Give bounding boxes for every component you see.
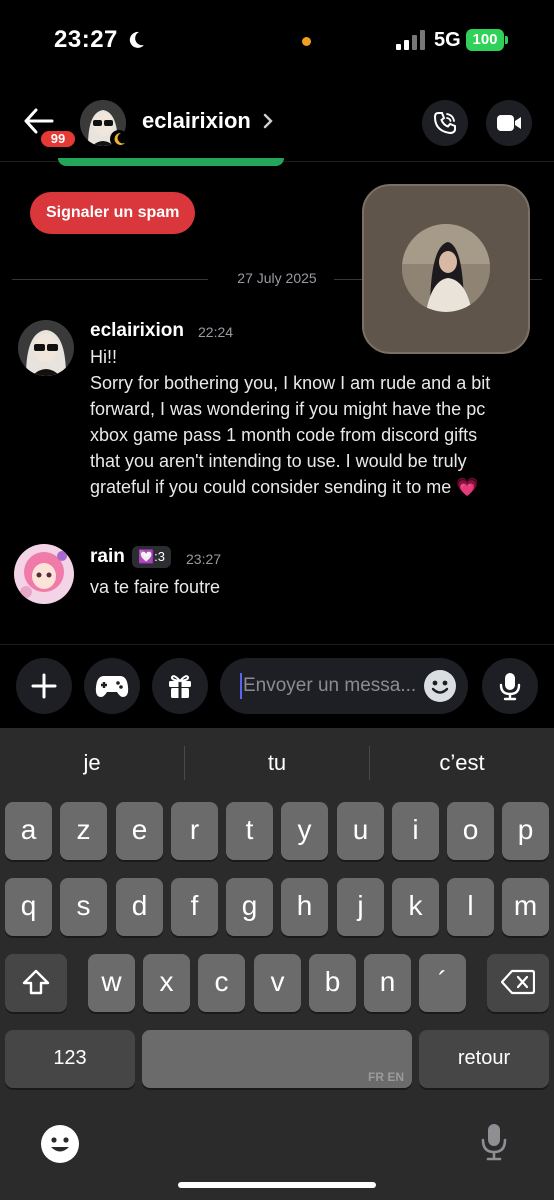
key-j[interactable]: j — [337, 878, 384, 936]
report-spam-button[interactable]: Signaler un spam — [30, 192, 196, 234]
gift-button[interactable] — [152, 658, 208, 714]
message-line: grateful if you could consider sending i… — [90, 477, 479, 497]
message-content: Hi!! Sorry for bothering you, I know I a… — [90, 344, 540, 500]
dictation-microphone-icon[interactable] — [480, 1122, 508, 1162]
key-w[interactable]: w — [88, 954, 135, 1012]
gift-icon — [169, 675, 191, 698]
status-bar: 23:27 5G 100 — [0, 0, 554, 84]
key-v[interactable]: v — [254, 954, 301, 1012]
composer-divider — [0, 644, 554, 645]
video-pip-window[interactable] — [362, 184, 530, 354]
message-author-avatar[interactable] — [14, 544, 74, 604]
key-i[interactable]: i — [392, 802, 439, 860]
suggestion-1[interactable]: je — [0, 750, 184, 776]
message-line: xbox game pass 1 month code from discord… — [90, 425, 478, 445]
message-author[interactable]: rain — [90, 546, 125, 568]
key-accent[interactable]: ´ — [419, 954, 466, 1012]
emoji-picker-button[interactable] — [424, 670, 456, 702]
embed-bottom-edge — [58, 158, 284, 166]
status-time: 23:27 — [54, 26, 118, 53]
key-x[interactable]: x — [143, 954, 190, 1012]
microphone-icon — [499, 673, 521, 701]
battery-level: 100 — [466, 29, 504, 51]
signal-icon — [396, 30, 426, 50]
key-g[interactable]: g — [226, 878, 273, 936]
key-k[interactable]: k — [392, 878, 439, 936]
key-s[interactable]: s — [60, 878, 107, 936]
video-camera-icon — [497, 115, 521, 131]
message-timestamp: 22:24 — [198, 324, 234, 340]
message-line: that you aren't intending to use. I woul… — [90, 451, 467, 471]
backspace-icon — [500, 969, 536, 995]
video-call-button[interactable] — [486, 100, 532, 146]
key-c[interactable]: c — [198, 954, 245, 1012]
voice-call-button[interactable] — [422, 100, 468, 146]
key-l[interactable]: l — [447, 878, 494, 936]
key-t[interactable]: t — [226, 802, 273, 860]
key-u[interactable]: u — [337, 802, 384, 860]
network-type: 5G — [434, 29, 461, 51]
message-content: va te faire foutre — [90, 574, 540, 600]
smiley-icon — [431, 680, 449, 694]
return-key[interactable]: retour — [419, 1030, 549, 1088]
gamepad-icon — [95, 676, 129, 697]
key-n[interactable]: n — [364, 954, 411, 1012]
message-author[interactable]: eclairixion — [90, 320, 184, 342]
key-e[interactable]: e — [116, 802, 163, 860]
key-o[interactable]: o — [447, 802, 494, 860]
voice-message-button[interactable] — [482, 658, 538, 714]
phone-icon — [433, 112, 456, 135]
add-attachment-button[interactable] — [16, 658, 72, 714]
key-a[interactable]: a — [5, 802, 52, 860]
key-y[interactable]: y — [281, 802, 328, 860]
avatar-image — [18, 320, 74, 376]
chevron-right-icon[interactable] — [262, 112, 274, 130]
keyboard: je tu c’est a z e r t y u i o p q s d f … — [0, 728, 554, 1200]
idle-status-icon — [110, 130, 128, 148]
message-timestamp: 23:27 — [186, 551, 222, 567]
key-r[interactable]: r — [171, 802, 218, 860]
chat-username[interactable]: eclairixion — [142, 108, 251, 134]
suggestion-3[interactable]: c’est — [370, 750, 554, 776]
key-f[interactable]: f — [171, 878, 218, 936]
key-q[interactable]: q — [5, 878, 52, 936]
message-author-avatar[interactable] — [18, 320, 74, 376]
avatar-image — [402, 224, 490, 312]
privacy-indicator-dot — [302, 37, 311, 46]
text-caret — [240, 672, 242, 699]
unread-badge: 99 — [38, 128, 78, 150]
plus-icon — [31, 673, 57, 699]
home-indicator — [178, 1182, 376, 1188]
message-line: forward, I was wondering if you might ha… — [90, 399, 486, 419]
battery-icon: 100 — [466, 29, 508, 51]
message-line: Sorry for bothering you, I know I am rud… — [90, 373, 491, 393]
moon-icon — [129, 31, 144, 48]
key-h[interactable]: h — [281, 878, 328, 936]
emoji-keyboard-icon[interactable] — [40, 1124, 80, 1164]
message-line: va te faire foutre — [90, 577, 221, 597]
avatar-image — [14, 544, 74, 604]
activities-button[interactable] — [84, 658, 140, 714]
chat-header: 99 eclairixion — [0, 84, 554, 162]
suggestion-2[interactable]: tu — [185, 750, 369, 776]
key-p[interactable]: p — [502, 802, 549, 860]
key-d[interactable]: d — [116, 878, 163, 936]
backspace-key[interactable] — [487, 954, 549, 1012]
pip-avatar — [402, 224, 490, 312]
shift-key[interactable] — [5, 954, 67, 1012]
key-b[interactable]: b — [309, 954, 356, 1012]
message-input-placeholder: Envoyer un messa... — [243, 675, 417, 696]
numbers-key[interactable]: 123 — [5, 1030, 135, 1088]
space-key[interactable]: FR EN — [142, 1030, 412, 1088]
shift-arrow-icon — [22, 969, 50, 995]
key-z[interactable]: z — [60, 802, 107, 860]
user-tag: 💟:3 — [132, 546, 172, 568]
key-m[interactable]: m — [502, 878, 549, 936]
language-indicator: FR EN — [368, 1070, 404, 1084]
